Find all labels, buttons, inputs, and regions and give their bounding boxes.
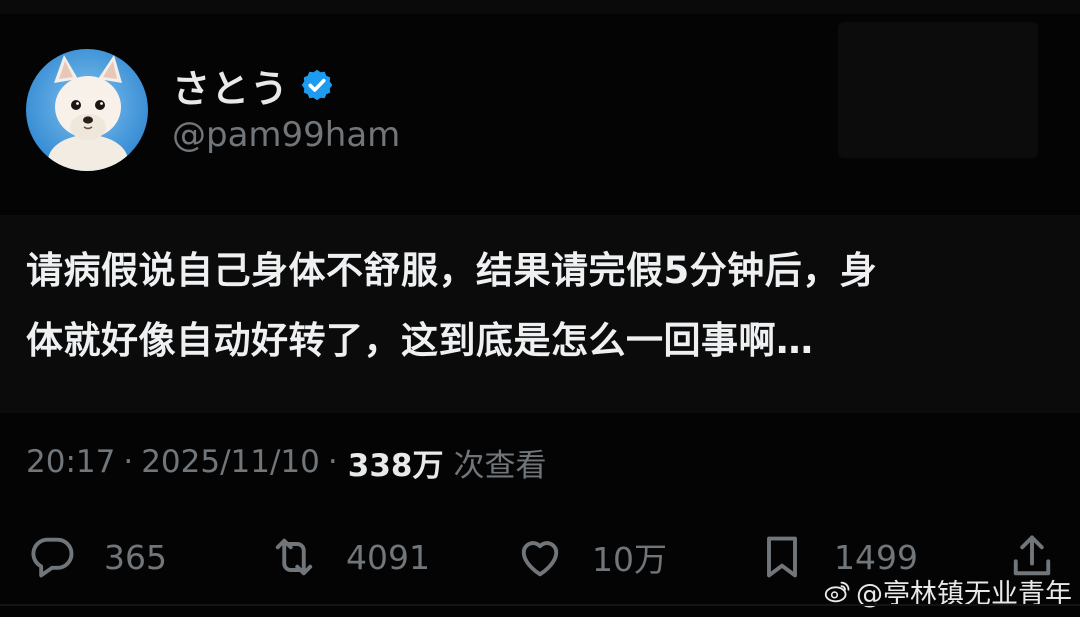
tweet-text-line-1: 请病假说自己身体不舒服，结果请完假5分钟后，身 — [26, 249, 878, 292]
like-count: 10万 — [592, 540, 667, 579]
reply-count: 365 — [104, 537, 167, 577]
obscured-region — [838, 22, 1038, 158]
tweet-date[interactable]: 2025/11/10 — [141, 444, 320, 480]
display-name[interactable]: さとう — [172, 58, 289, 113]
heart-icon — [521, 541, 559, 577]
retweet-icon — [275, 538, 313, 576]
bottom-divider — [0, 604, 1080, 606]
name-row: さとう — [172, 58, 335, 113]
reply-icon — [31, 537, 74, 578]
retweet-count: 4091 — [346, 537, 430, 577]
meta-separator: · — [327, 444, 338, 480]
meta-separator: · — [123, 444, 134, 480]
like-button[interactable]: 10万 — [514, 524, 667, 590]
avatar[interactable] — [26, 49, 148, 171]
tweet-text: 请病假说自己身体不舒服，结果请完假5分钟后，身 体就好像自动好转了，这到底是怎么… — [26, 236, 1066, 376]
user-handle[interactable]: @pam99ham — [172, 115, 400, 155]
top-edge — [0, 0, 1080, 14]
tweet-text-line-2: 体就好像自动好转了，这到底是怎么一回事啊… — [26, 319, 814, 362]
tweet-meta: 20:17 · 2025/11/10 · 338万 次查看 — [26, 437, 546, 487]
chihuahua-avatar-icon — [26, 49, 148, 171]
bookmark-icon — [767, 536, 797, 578]
tweet-time[interactable]: 20:17 — [26, 444, 115, 480]
bookmark-count: 1499 — [834, 537, 918, 577]
verified-badge-icon — [299, 67, 335, 103]
view-count-label: 次查看 — [453, 447, 547, 484]
view-count: 338万 — [347, 447, 444, 484]
reply-button[interactable]: 365 — [26, 524, 167, 590]
weibo-logo-icon — [824, 581, 850, 602]
retweet-button[interactable]: 4091 — [268, 524, 430, 590]
